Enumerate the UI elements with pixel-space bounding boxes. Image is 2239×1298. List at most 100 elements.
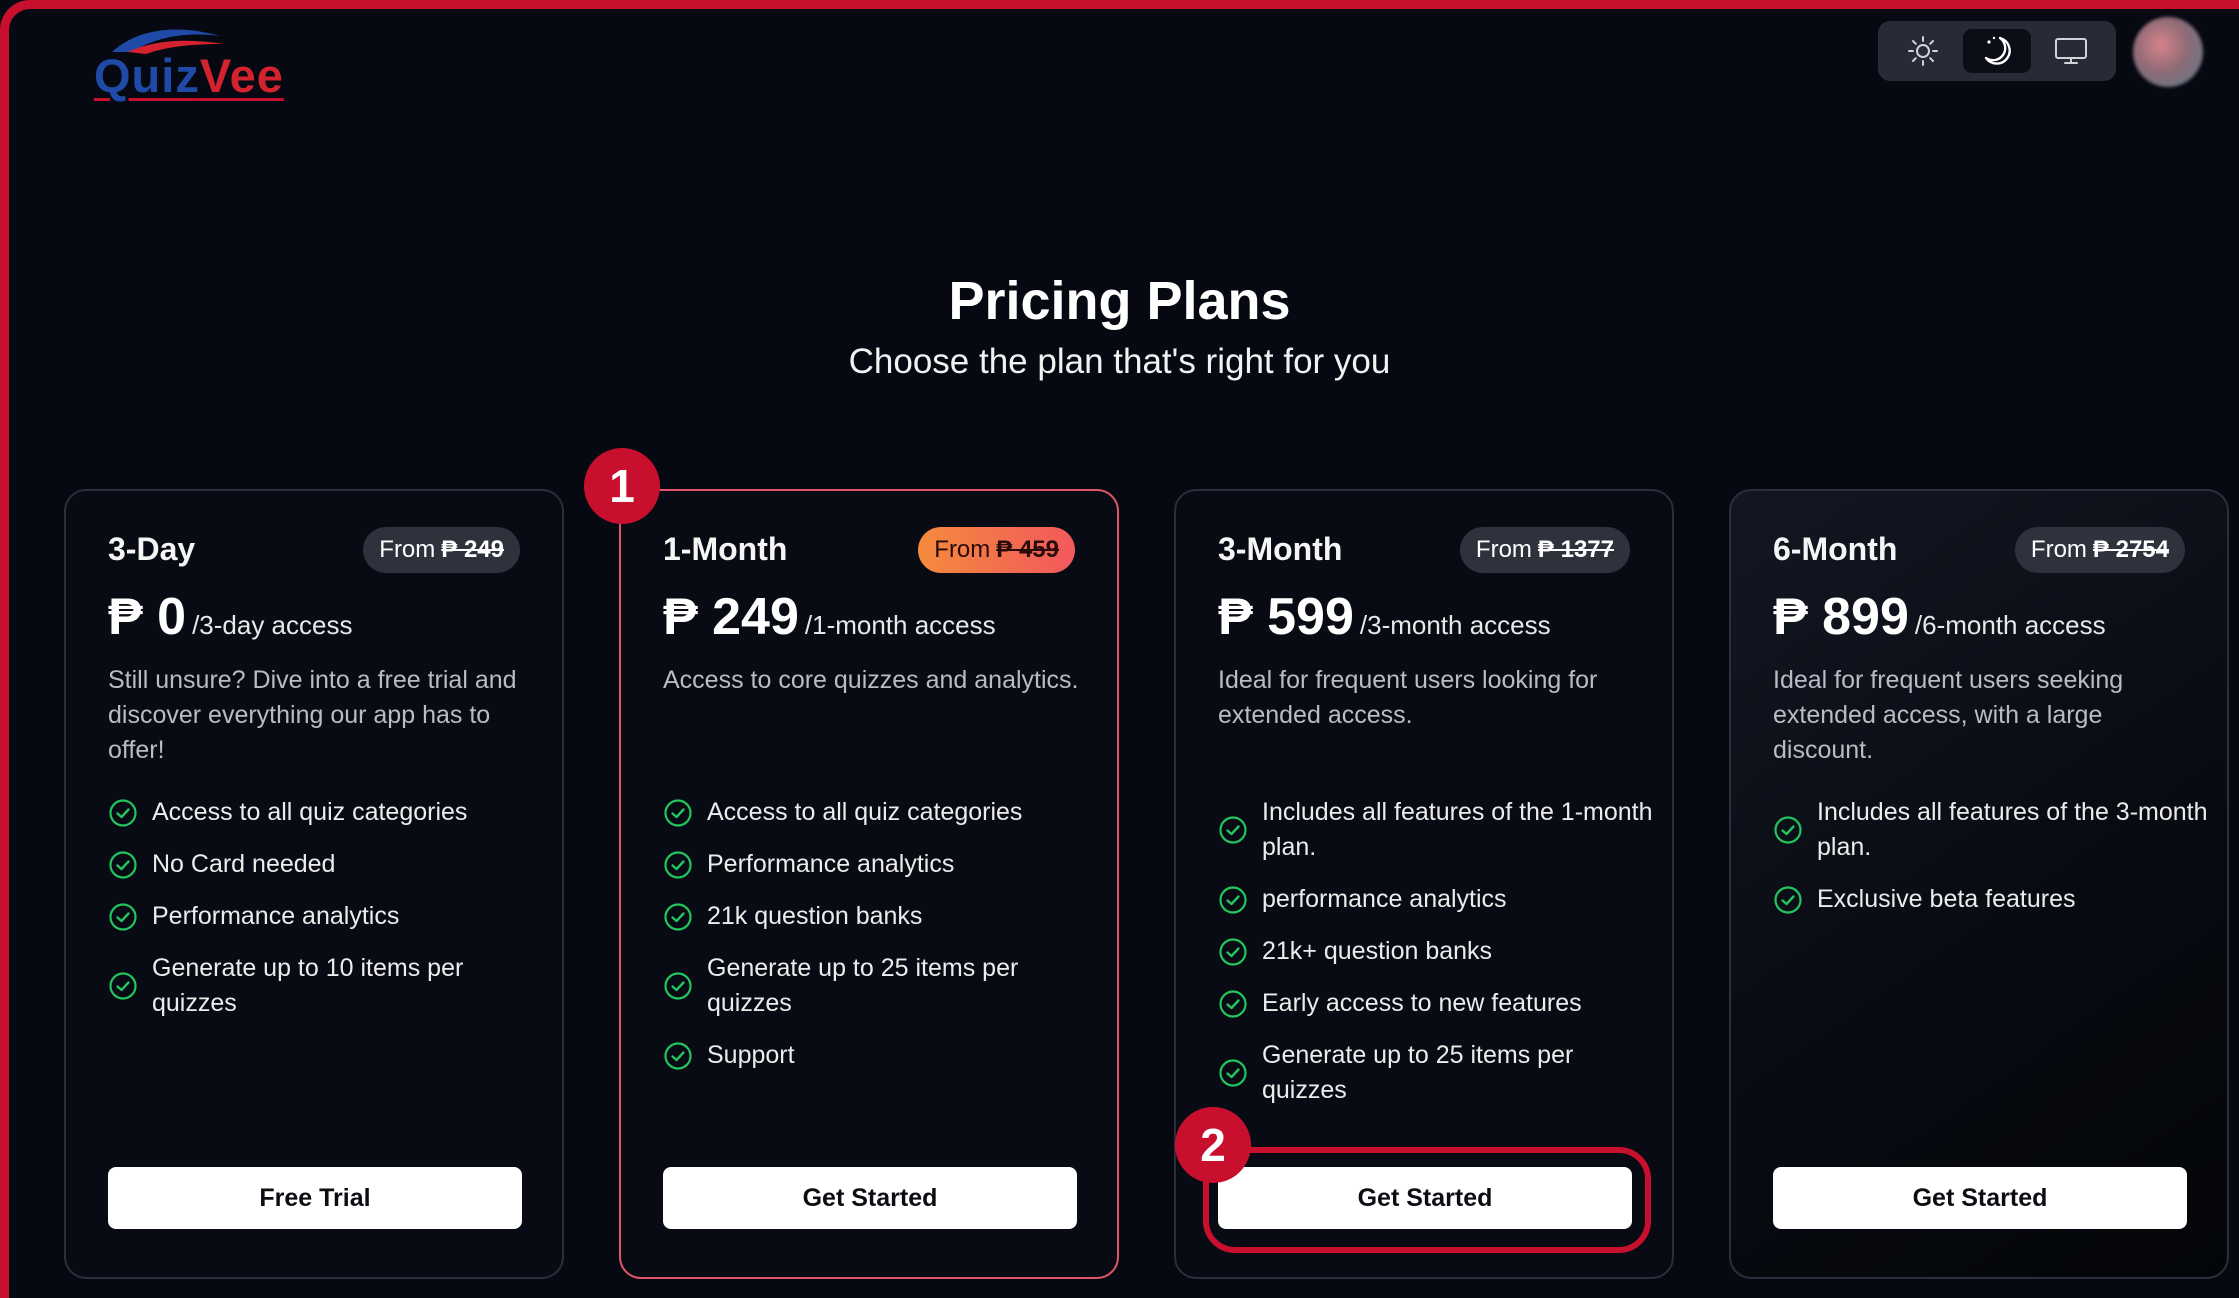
theme-light-button[interactable] <box>1889 29 1957 73</box>
check-circle-icon <box>1219 937 1247 966</box>
check-circle-icon <box>1774 816 1802 844</box>
feature-item: Generate up to 10 items per quizzes <box>108 951 548 1021</box>
feature-text: Support <box>707 1041 795 1069</box>
check-circle-icon <box>664 902 692 931</box>
feature-item: Access to all quiz categories <box>663 795 1103 830</box>
old-price: ₱ 459 <box>996 536 1059 563</box>
feature-text: Performance analytics <box>707 850 955 878</box>
theme-switcher <box>1878 21 2116 81</box>
check-circle-icon <box>1774 885 1802 914</box>
get-started-button[interactable]: Get Started <box>663 1167 1077 1229</box>
page-subtitle: Choose the plan that's right for you <box>848 342 1391 381</box>
from-price-badge: From ₱ 459 <box>918 527 1075 573</box>
plan-name: 3-Day <box>108 531 196 567</box>
theme-dark-button[interactable] <box>1963 29 2031 73</box>
old-price: ₱ 1377 <box>1537 536 1614 563</box>
feature-item: No Card needed <box>108 847 548 882</box>
feature-text: 21k question banks <box>707 902 923 930</box>
free-trial-button[interactable]: Free Trial <box>108 1167 522 1229</box>
check-circle-icon <box>109 850 137 879</box>
feature-text: Includes all features of the 1-month pla… <box>1262 798 1653 861</box>
step-1-marker: 1 <box>584 448 660 524</box>
feature-item: Access to all quiz categories <box>108 795 548 830</box>
feature-text: Includes all features of the 3-month pla… <box>1817 798 2208 861</box>
feature-list: Access to all quiz categories No Card ne… <box>108 795 548 1038</box>
feature-item: 21k+ question banks <box>1218 934 1658 969</box>
plan-description: Ideal for frequent users seeking extende… <box>1773 666 2124 764</box>
feature-item: Performance analytics <box>663 847 1103 882</box>
plan-name: 3-Month <box>1218 531 1343 567</box>
feature-list: Includes all features of the 1-month pla… <box>1218 795 1658 1125</box>
plan-price: ₱ 899 <box>1773 588 1909 646</box>
plan-description: Access to core quizzes and analytics. <box>663 666 1079 694</box>
logo-text-part2: Vee <box>199 49 284 102</box>
price-row: ₱ 0 /3-day access <box>108 587 352 647</box>
plan-period: /6-month access <box>1914 610 2106 640</box>
plan-description: Ideal for frequent users looking for ext… <box>1218 666 1598 729</box>
from-price-badge: From ₱ 2754 <box>2014 527 2185 573</box>
monitor-icon <box>2055 38 2087 64</box>
from-price-badge: From ₱ 1377 <box>1459 527 1630 573</box>
price-row: ₱ 599 /3-month access <box>1218 587 1551 647</box>
feature-text: Access to all quiz categories <box>707 798 1023 826</box>
feature-item: Includes all features of the 3-month pla… <box>1773 795 2213 865</box>
feature-text: Generate up to 25 items per quizzes <box>707 954 1019 1017</box>
logo-text: QuizVee <box>94 48 284 103</box>
feature-list: Includes all features of the 3-month pla… <box>1773 795 2213 934</box>
feature-text: Generate up to 25 items per quizzes <box>1262 1041 1574 1104</box>
highlight-ring <box>1203 1147 1651 1253</box>
feature-text: performance analytics <box>1262 885 1507 913</box>
feature-item: Early access to new features <box>1218 986 1658 1021</box>
check-circle-icon <box>109 798 137 827</box>
feature-item: Performance analytics <box>108 899 548 934</box>
feature-item: 21k question banks <box>663 899 1103 934</box>
check-circle-icon <box>664 1041 692 1070</box>
plan-card-6-month: 6-Month From ₱ 2754 ₱ 899 /6-month acces… <box>1729 489 2229 1279</box>
check-circle-icon <box>664 798 692 827</box>
plan-period: /3-month access <box>1359 610 1551 640</box>
user-avatar[interactable] <box>2133 17 2203 87</box>
check-circle-icon <box>1219 1059 1247 1087</box>
feature-text: Performance analytics <box>152 902 400 930</box>
check-circle-icon <box>109 902 137 931</box>
check-circle-icon <box>109 972 137 1000</box>
theme-system-button[interactable] <box>2037 29 2105 73</box>
plan-price: ₱ 599 <box>1218 588 1354 646</box>
plan-price: ₱ 249 <box>663 588 799 646</box>
feature-item: Support <box>663 1038 1103 1073</box>
plan-price: ₱ 0 <box>108 588 187 646</box>
feature-text: Early access to new features <box>1262 989 1582 1017</box>
from-label: From <box>379 536 436 563</box>
from-label: From <box>2030 536 2087 563</box>
feature-item: Generate up to 25 items per quizzes <box>663 951 1103 1021</box>
sun-icon <box>1908 36 1938 66</box>
logo-text-part1: Quiz <box>94 49 200 102</box>
feature-text: Exclusive beta features <box>1817 885 2076 913</box>
feature-item: Generate up to 25 items per quizzes <box>1218 1038 1658 1108</box>
check-circle-icon <box>1219 885 1247 914</box>
from-price-badge: From ₱ 249 <box>363 527 520 573</box>
from-label: From <box>934 536 991 563</box>
plan-period: /1-month access <box>804 610 996 640</box>
plan-name: 6-Month <box>1773 531 1898 567</box>
plan-card-3-day: 3-Day From ₱ 249 ₱ 0 /3-day access Still… <box>64 489 564 1279</box>
from-label: From <box>1475 536 1532 563</box>
check-circle-icon <box>664 850 692 879</box>
feature-list: Access to all quiz categories Performanc… <box>663 795 1103 1090</box>
moon-icon <box>1984 36 2011 65</box>
check-circle-icon <box>664 972 692 1000</box>
feature-text: No Card needed <box>152 850 336 878</box>
price-row: ₱ 899 /6-month access <box>1773 587 2106 647</box>
check-circle-icon <box>1219 816 1247 844</box>
old-price: ₱ 249 <box>441 536 504 563</box>
page-title: Pricing Plans <box>948 271 1291 331</box>
quizvee-logo[interactable]: QuizVee <box>92 22 283 102</box>
get-started-button[interactable]: Get Started <box>1773 1167 2187 1229</box>
old-price: ₱ 2754 <box>2092 536 2169 563</box>
check-circle-icon <box>1219 989 1247 1018</box>
feature-text: Access to all quiz categories <box>152 798 468 826</box>
step-2-marker: 2 <box>1175 1107 1251 1183</box>
plan-name: 1-Month <box>663 531 788 567</box>
plan-card-1-month: 1-Month From ₱ 459 ₱ 249 /1-month access… <box>619 489 1119 1279</box>
plan-period: /3-day access <box>192 610 353 640</box>
